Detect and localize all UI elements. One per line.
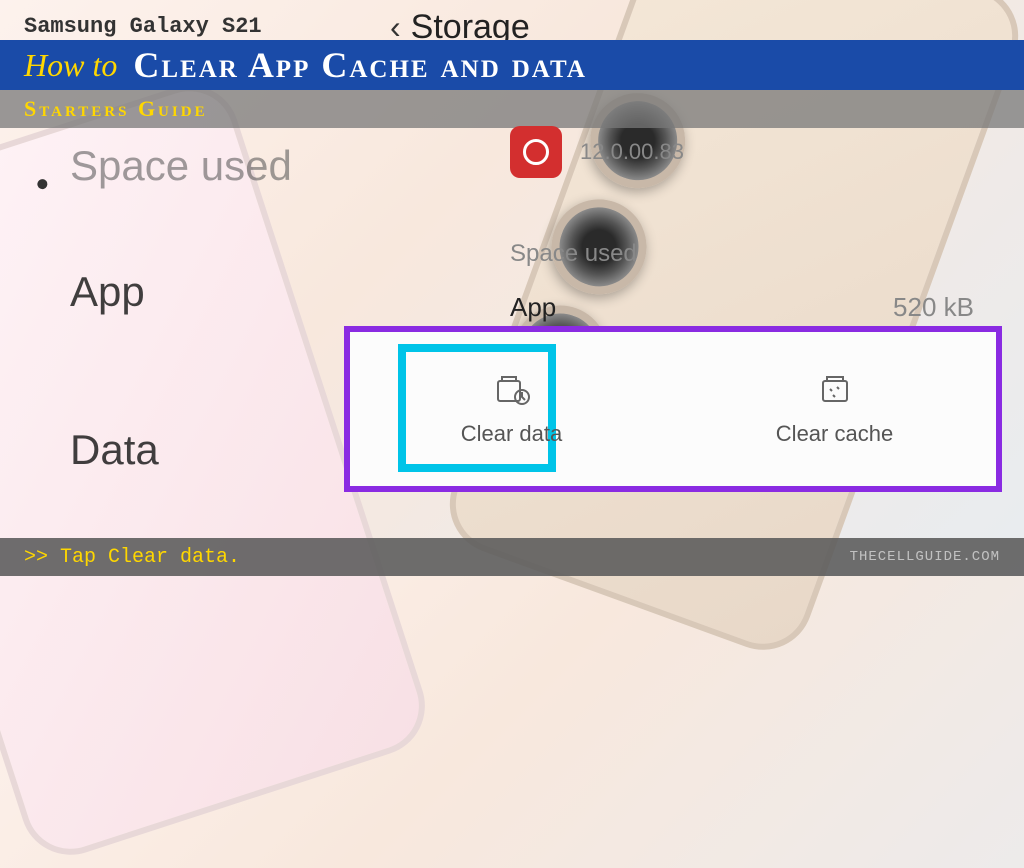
instruction-bar: >> Tap Clear data. THECELLGUIDE.COM — [0, 538, 1024, 576]
clear-cache-button[interactable]: Clear cache — [673, 332, 996, 486]
watermark-text: THECELLGUIDE.COM — [850, 549, 1000, 565]
data-ghost-label: Data — [70, 426, 159, 474]
clear-cache-icon — [815, 371, 855, 407]
clear-data-button[interactable]: Clear data — [350, 332, 673, 486]
title-banner: How to Clear App Cache and data — [0, 40, 1024, 90]
app-ghost-label: App — [70, 268, 145, 316]
app-version-label: 12.0.00.83 — [580, 139, 684, 165]
clear-data-label: Clear data — [461, 421, 563, 447]
device-model-label: Samsung Galaxy S21 — [24, 14, 262, 39]
app-size-value: 520 kB — [893, 292, 974, 323]
space-used-ghost-label: Space used — [70, 142, 292, 190]
app-size-row: App 520 kB — [510, 292, 984, 323]
banner-prefix: How to — [24, 47, 117, 84]
camera-app-icon — [510, 126, 562, 178]
subtitle-text: Starters Guide — [24, 96, 208, 122]
action-buttons-highlight: Clear data Clear cache — [344, 326, 1002, 492]
banner-title: Clear App Cache and data — [133, 44, 587, 86]
instruction-text: >> Tap Clear data. — [24, 546, 240, 569]
app-panel-label: App — [510, 292, 556, 323]
subtitle-bar: Starters Guide — [0, 90, 1024, 128]
clear-data-icon — [492, 371, 532, 407]
clear-cache-label: Clear cache — [776, 421, 893, 447]
space-used-panel-label: Space used — [510, 240, 637, 268]
app-info-row: 12.0.00.83 — [510, 126, 684, 178]
